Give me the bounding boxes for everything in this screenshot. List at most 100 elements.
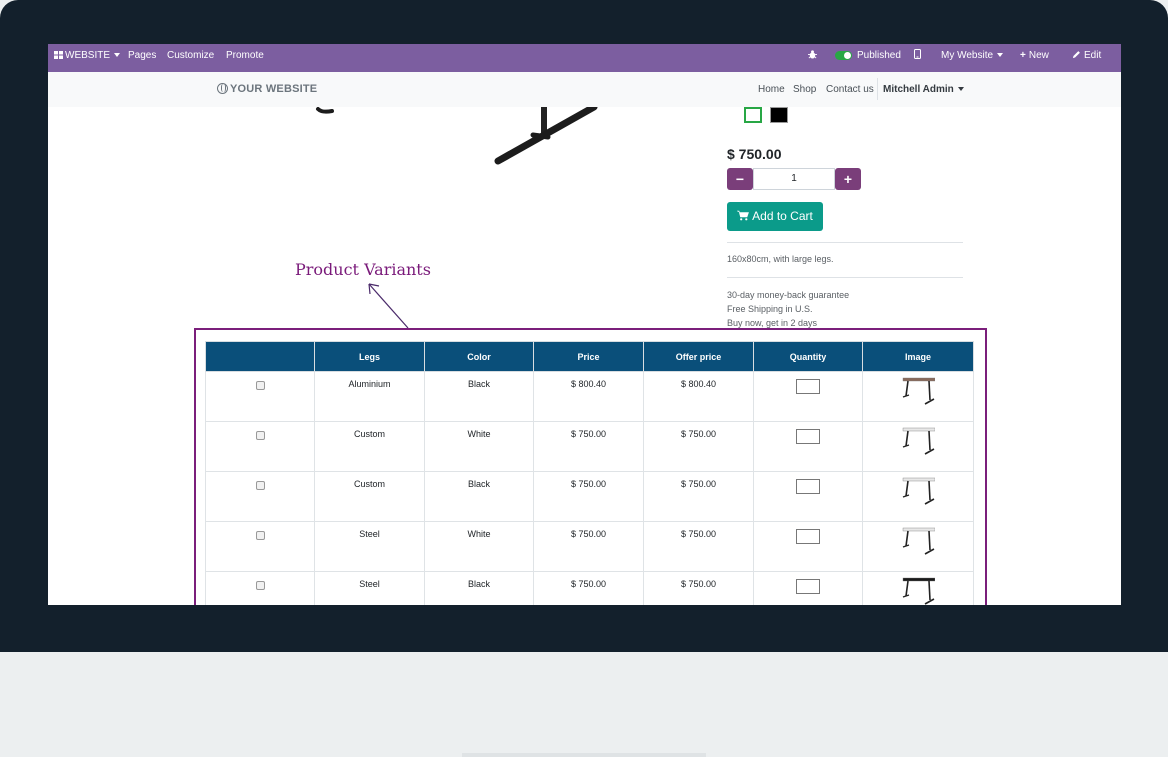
globe-icon	[217, 83, 228, 94]
variant-quantity-input[interactable]	[796, 479, 820, 494]
color-cell: White	[424, 521, 534, 572]
color-cell: Black	[424, 571, 534, 605]
add-to-cart-label: Add to Cart	[752, 209, 813, 223]
variant-quantity-input[interactable]	[796, 579, 820, 594]
price-cell: $ 750.00	[533, 571, 644, 605]
annotation-title: Product Variants	[295, 260, 431, 279]
quantity-plus-button[interactable]: +	[835, 168, 861, 190]
offer-price-cell: $ 750.00	[643, 471, 754, 522]
legs-cell: Steel	[314, 571, 425, 605]
product-image	[316, 107, 598, 165]
quantity-cell	[753, 571, 863, 605]
offer-price-cell: $ 800.40	[643, 371, 754, 422]
legs-cell: Custom	[314, 471, 425, 522]
quantity-cell	[753, 371, 863, 422]
legs-cell: Custom	[314, 421, 425, 472]
header-image: Image	[862, 341, 974, 372]
mobile-preview-icon[interactable]	[914, 44, 921, 72]
divider	[727, 242, 963, 243]
browser-screen: WEBSITE Pages Customize Promote Publishe…	[48, 44, 1121, 605]
color-swatch-white[interactable]	[744, 107, 762, 123]
color-cell: White	[424, 421, 534, 472]
header-price: Price	[533, 341, 644, 372]
variants-table: Legs Color Price Offer price Quantity Im…	[205, 341, 974, 605]
offer-price-cell: $ 750.00	[643, 421, 754, 472]
legs-cell: Steel	[314, 521, 425, 572]
color-swatch-black[interactable]	[770, 107, 788, 123]
variant-checkbox[interactable]	[255, 481, 265, 490]
select-cell	[205, 571, 315, 605]
table-row: Custom White $ 750.00 $ 750.00	[205, 421, 974, 472]
variant-thumbnail	[901, 476, 936, 506]
annotation-arrow-icon	[368, 283, 409, 329]
price-cell: $ 750.00	[533, 471, 644, 522]
published-label: Published	[857, 50, 901, 61]
offer-price-cell: $ 750.00	[643, 571, 754, 605]
editor-topbar: WEBSITE Pages Customize Promote Publishe…	[48, 44, 1121, 72]
site-navbar: YOUR WEBSITE Home Shop Contact us Mitche…	[48, 72, 1121, 107]
price-cell: $ 750.00	[533, 521, 644, 572]
variant-quantity-input[interactable]	[796, 379, 820, 394]
customize-menu[interactable]: Customize	[167, 44, 214, 72]
nav-home[interactable]: Home	[758, 72, 785, 107]
site-logo[interactable]: YOUR WEBSITE	[217, 72, 317, 107]
variant-checkbox[interactable]	[255, 381, 265, 390]
monitor-stand	[0, 652, 1168, 757]
chevron-down-icon	[997, 53, 1004, 58]
pages-menu[interactable]: Pages	[128, 44, 156, 72]
nav-shop[interactable]: Shop	[793, 72, 816, 107]
variant-quantity-input[interactable]	[796, 429, 820, 444]
chevron-down-icon	[957, 87, 964, 92]
header-color: Color	[424, 341, 534, 372]
image-cell	[862, 421, 974, 472]
add-to-cart-button[interactable]: Add to Cart	[727, 202, 823, 231]
guarantee-line: Free Shipping in U.S.	[727, 304, 813, 314]
nav-contact[interactable]: Contact us	[826, 72, 874, 107]
edit-button[interactable]: Edit	[1072, 44, 1101, 72]
variant-thumbnail	[901, 426, 936, 456]
variant-checkbox[interactable]	[255, 581, 265, 590]
price-cell: $ 750.00	[533, 421, 644, 472]
color-cell: Black	[424, 371, 534, 422]
product-price: $ 750.00	[727, 146, 782, 162]
product-description: 160x80cm, with large legs.	[727, 254, 834, 264]
quantity-minus-button[interactable]: −	[727, 168, 753, 190]
select-cell	[205, 371, 315, 422]
offer-price-cell: $ 750.00	[643, 521, 754, 572]
image-cell	[862, 471, 974, 522]
table-row: Steel Black $ 750.00 $ 750.00	[205, 571, 974, 605]
new-button[interactable]: + New	[1020, 44, 1049, 72]
table-row: Aluminium Black $ 800.40 $ 800.40	[205, 371, 974, 422]
image-cell	[862, 521, 974, 572]
cart-icon	[737, 203, 750, 221]
stand-notch	[462, 753, 706, 757]
variant-quantity-input[interactable]	[796, 529, 820, 544]
nav-divider	[877, 78, 878, 100]
guarantee-line: Buy now, get in 2 days	[727, 318, 818, 328]
variant-checkbox[interactable]	[255, 431, 265, 440]
quantity-cell	[753, 521, 863, 572]
legs-cell: Aluminium	[314, 371, 425, 422]
price-cell: $ 800.40	[533, 371, 644, 422]
select-cell	[205, 521, 315, 572]
color-cell: Black	[424, 471, 534, 522]
edit-label: Edit	[1084, 50, 1102, 61]
header-select	[205, 341, 315, 372]
logo-text: YOUR WEBSITE	[230, 83, 318, 95]
variant-thumbnail	[901, 526, 936, 556]
quantity-input[interactable]: 1	[753, 168, 835, 190]
user-name: Mitchell Admin	[883, 84, 954, 95]
guarantee-line: 30-day money-back guarantee	[727, 290, 850, 300]
my-website-menu[interactable]: My Website	[941, 44, 1004, 72]
variant-checkbox[interactable]	[255, 531, 265, 540]
publish-toggle[interactable]: Published	[835, 44, 901, 72]
toggle-switch-icon	[835, 50, 852, 60]
table-row: Custom Black $ 750.00 $ 750.00	[205, 471, 974, 522]
debug-bug-icon[interactable]	[808, 44, 817, 72]
user-menu[interactable]: Mitchell Admin	[883, 72, 964, 107]
chevron-down-icon	[114, 53, 121, 58]
website-menu[interactable]: WEBSITE	[54, 44, 121, 72]
promote-menu[interactable]: Promote	[226, 44, 264, 72]
header-offer-price: Offer price	[643, 341, 754, 372]
image-cell	[862, 571, 974, 605]
